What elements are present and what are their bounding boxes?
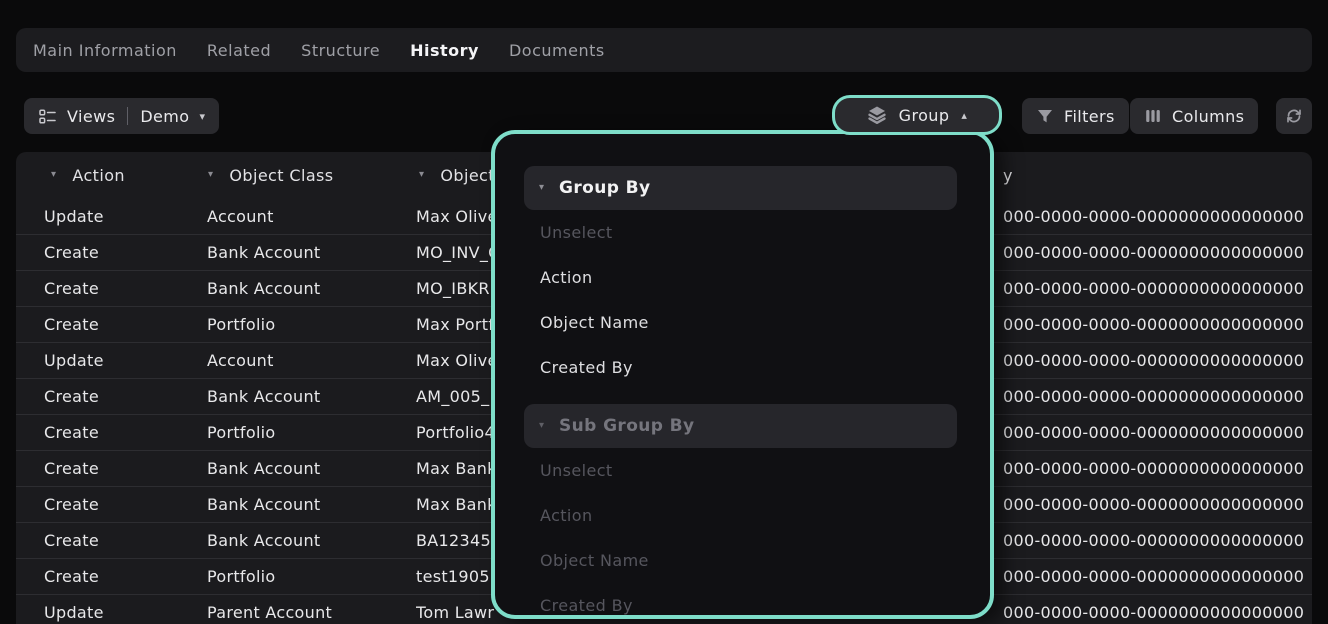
cell-object-class: Portfolio — [207, 567, 416, 586]
cell-id: 000-0000-0000-0000000000000000 — [1003, 415, 1312, 450]
column-header-action[interactable]: ▾ Action — [51, 166, 208, 185]
tab-structure[interactable]: Structure — [301, 41, 380, 60]
cell-object-class: Portfolio — [207, 315, 416, 334]
group-option-unselect: Unselect — [540, 210, 990, 255]
cell-id: 000-0000-0000-0000000000000000 — [1003, 235, 1312, 270]
cell-action: Create — [44, 567, 207, 586]
chevron-down-icon: ▾ — [199, 111, 205, 122]
cell-action: Create — [44, 315, 207, 334]
cell-action: Create — [44, 495, 207, 514]
column-header-object-class[interactable]: ▾ Object Class — [208, 166, 419, 185]
group-option-object-name[interactable]: Object Name — [540, 300, 990, 345]
filter-funnel-icon — [1036, 107, 1054, 125]
views-button[interactable]: Views Demo ▾ — [24, 98, 219, 134]
group-option-created-by[interactable]: Created By — [540, 345, 990, 390]
group-option-action[interactable]: Action — [540, 255, 990, 300]
filters-button[interactable]: Filters — [1022, 98, 1129, 134]
chevron-down-icon: ▾ — [539, 421, 544, 431]
separator — [127, 107, 128, 125]
column-header-label: Action — [72, 166, 125, 185]
cell-object-class: Bank Account — [207, 243, 416, 262]
panel-section-title: Sub Group By — [559, 416, 694, 436]
page: Main Information Related Structure History D… — [0, 0, 1328, 624]
cell-action: Create — [44, 531, 207, 550]
tab-history[interactable]: History — [410, 41, 479, 60]
cell-object-class: Account — [207, 207, 416, 226]
cell-id: 000-0000-0000-0000000000000000 — [1003, 343, 1312, 378]
cell-object-class: Bank Account — [207, 459, 416, 478]
tab-bar: Main Information Related Structure History D… — [16, 28, 1312, 72]
cell-id: 000-0000-0000-0000000000000000 — [1003, 451, 1312, 486]
cell-object-class: Bank Account — [207, 495, 416, 514]
group-option-unselect: Unselect — [540, 448, 990, 493]
columns-icon — [1144, 107, 1162, 125]
tab-documents[interactable]: Documents — [509, 41, 605, 60]
panel-section-items: UnselectActionObject NameCreated By — [495, 210, 990, 390]
tab-related[interactable]: Related — [207, 41, 271, 60]
cell-id: 000-0000-0000-0000000000000000 — [1003, 198, 1312, 234]
cell-id: 000-0000-0000-0000000000000000 — [1003, 595, 1312, 624]
cell-action: Create — [44, 243, 207, 262]
cell-id: 000-0000-0000-0000000000000000 — [1003, 487, 1312, 522]
panel-section-items: UnselectActionObject NameCreated By — [495, 448, 990, 619]
group-button[interactable]: Group ▴ — [832, 95, 1002, 135]
cell-action: Update — [44, 207, 207, 226]
panel-section-title: Group By — [559, 178, 650, 198]
views-list-icon — [38, 107, 57, 126]
chevron-up-icon: ▴ — [961, 110, 967, 121]
hidden-column-header-fragment: y — [1003, 152, 1012, 198]
panel-section-header-sub-group-by[interactable]: ▾ Sub Group By — [524, 404, 957, 448]
column-header-label: Object Class — [229, 166, 333, 185]
layers-icon — [867, 105, 887, 125]
group-by-panel: ▾Group ByUnselectActionObject NameCreate… — [491, 130, 994, 619]
cell-id: 000-0000-0000-0000000000000000 — [1003, 559, 1312, 594]
cell-action: Update — [44, 603, 207, 622]
columns-label: Columns — [1172, 107, 1244, 126]
cell-object-class: Account — [207, 351, 416, 370]
refresh-icon — [1284, 106, 1304, 126]
group-label: Group — [899, 106, 950, 125]
chevron-down-icon[interactable]: ▾ — [208, 170, 213, 180]
cell-action: Create — [44, 279, 207, 298]
tab-main-information[interactable]: Main Information — [33, 41, 177, 60]
group-option-action: Action — [540, 493, 990, 538]
cell-action: Create — [44, 387, 207, 406]
cell-object-class: Parent Account — [207, 603, 416, 622]
cell-object-class: Bank Account — [207, 531, 416, 550]
chevron-down-icon[interactable]: ▾ — [51, 170, 56, 180]
refresh-button[interactable] — [1276, 98, 1312, 134]
chevron-down-icon: ▾ — [539, 183, 544, 193]
cell-action: Update — [44, 351, 207, 370]
cell-action: Create — [44, 459, 207, 478]
columns-button[interactable]: Columns — [1130, 98, 1258, 134]
views-label: Views — [67, 107, 115, 126]
cell-object-class: Bank Account — [207, 279, 416, 298]
panel-section-header-group-by[interactable]: ▾ Group By — [524, 166, 957, 210]
cell-id: 000-0000-0000-0000000000000000 — [1003, 307, 1312, 342]
cell-action: Create — [44, 423, 207, 442]
group-option-created-by: Created By — [540, 583, 990, 619]
group-option-object-name: Object Name — [540, 538, 990, 583]
cell-id: 000-0000-0000-0000000000000000 — [1003, 379, 1312, 414]
cell-object-class: Bank Account — [207, 387, 416, 406]
chevron-down-icon[interactable]: ▾ — [419, 170, 424, 180]
filters-label: Filters — [1064, 107, 1115, 126]
cell-id: 000-0000-0000-0000000000000000 — [1003, 523, 1312, 558]
cell-object-class: Portfolio — [207, 423, 416, 442]
cell-id: 000-0000-0000-0000000000000000 — [1003, 271, 1312, 306]
views-selected-value: Demo — [140, 107, 189, 126]
